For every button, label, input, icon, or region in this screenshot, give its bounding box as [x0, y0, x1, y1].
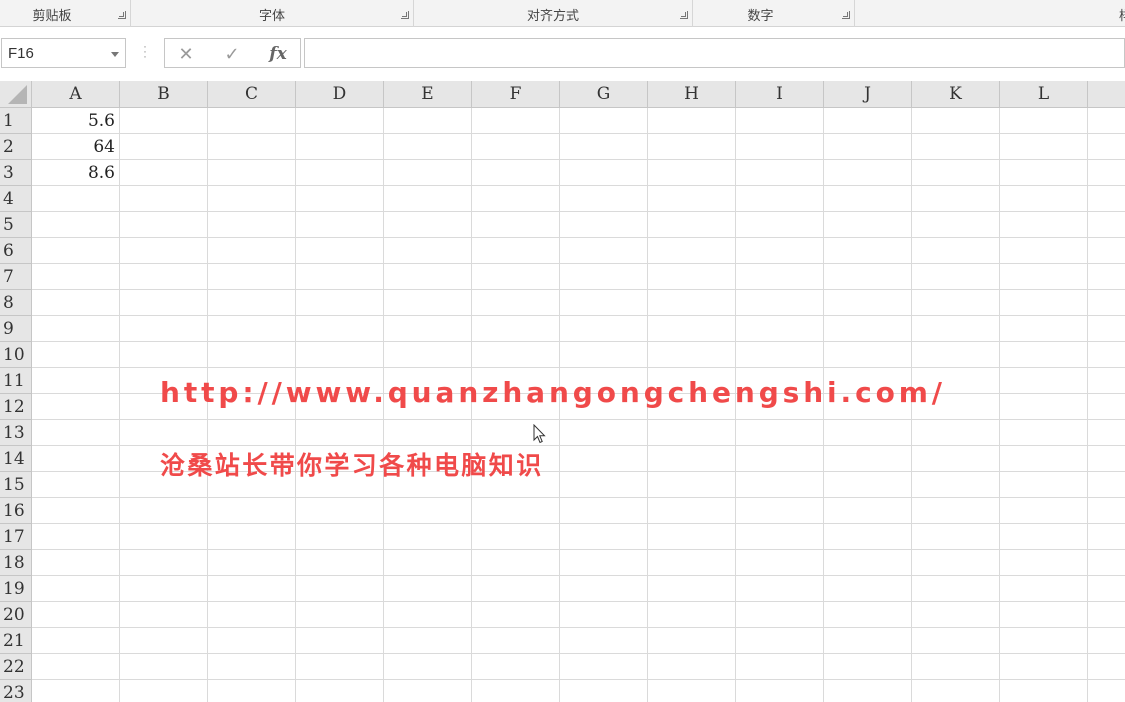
column-header-e[interactable]: E	[384, 81, 472, 108]
column-header-k[interactable]: K	[912, 81, 1000, 108]
row-header-10[interactable]: 10	[0, 342, 32, 368]
row-header-20[interactable]: 20	[0, 602, 32, 628]
row-header-18[interactable]: 18	[0, 550, 32, 576]
gridline-horizontal	[32, 549, 1125, 550]
row-header-22[interactable]: 22	[0, 654, 32, 680]
select-all-button[interactable]	[0, 81, 32, 108]
ribbon-group-bar: 剪贴板 字体 对齐方式 数字 样	[0, 0, 1125, 27]
ribbon-group-label-cut: 样	[1119, 5, 1125, 24]
gridline-horizontal	[32, 653, 1125, 654]
dialog-launcher-icon[interactable]	[401, 11, 409, 19]
ribbon-group-alignment: 对齐方式	[414, 0, 693, 27]
row-header-21[interactable]: 21	[0, 628, 32, 654]
select-all-triangle-icon	[8, 85, 27, 104]
column-header-f[interactable]: F	[472, 81, 560, 108]
ribbon-group-label: 剪贴板	[32, 8, 72, 23]
gridline-horizontal	[32, 679, 1125, 680]
gridline-horizontal	[32, 211, 1125, 212]
formula-input[interactable]	[304, 38, 1125, 68]
gridline-horizontal	[32, 237, 1125, 238]
row-header-7[interactable]: 7	[0, 264, 32, 290]
row-header-14[interactable]: 14	[0, 446, 32, 472]
column-header-d[interactable]: D	[296, 81, 384, 108]
column-header-b[interactable]: B	[120, 81, 208, 108]
column-header-a[interactable]: A	[32, 81, 120, 108]
watermark-url: http://www.quanzhangongchengshi.com/	[160, 376, 946, 409]
column-header-g[interactable]: G	[560, 81, 648, 108]
name-box-value: F16	[8, 45, 34, 62]
cell-a3[interactable]: 8.6	[33, 160, 117, 186]
ribbon-group-clipboard: 剪贴板	[0, 0, 131, 27]
column-header-filler	[1088, 81, 1125, 108]
row-header-17[interactable]: 17	[0, 524, 32, 550]
gridline-horizontal	[32, 289, 1125, 290]
row-header-19[interactable]: 19	[0, 576, 32, 602]
column-header-l[interactable]: L	[1000, 81, 1088, 108]
row-header-8[interactable]: 8	[0, 290, 32, 316]
ribbon-group-font: 字体	[131, 0, 414, 27]
row-header-23[interactable]: 23	[0, 680, 32, 702]
row-header-13[interactable]: 13	[0, 420, 32, 446]
gridline-vertical	[119, 108, 120, 702]
column-header-i[interactable]: I	[736, 81, 824, 108]
gridline-horizontal	[32, 263, 1125, 264]
row-header-4[interactable]: 4	[0, 186, 32, 212]
gridline-vertical	[999, 108, 1000, 702]
column-header-c[interactable]: C	[208, 81, 296, 108]
mouse-pointer-icon	[533, 424, 546, 444]
gridline-horizontal	[32, 523, 1125, 524]
row-header-6[interactable]: 6	[0, 238, 32, 264]
insert-function-icon[interactable]: fx	[263, 42, 293, 66]
gridline-horizontal	[32, 419, 1125, 420]
column-header-j[interactable]: J	[824, 81, 912, 108]
row-header-9[interactable]: 9	[0, 316, 32, 342]
gridline-horizontal	[32, 601, 1125, 602]
formula-bar-row: F16 · · · ✕ ✓ fx	[0, 27, 1125, 81]
gridline-vertical	[1087, 108, 1088, 702]
dialog-launcher-icon[interactable]	[680, 11, 688, 19]
chevron-down-icon[interactable]	[111, 52, 119, 57]
more-handle-icon[interactable]: · · ·	[143, 40, 147, 62]
ribbon-group-label: 对齐方式	[526, 8, 579, 23]
gridline-horizontal	[32, 133, 1125, 134]
enter-check-icon[interactable]: ✓	[217, 42, 247, 66]
gridline-horizontal	[32, 575, 1125, 576]
ribbon-group-number: 数字	[693, 0, 855, 27]
ribbon-group-label: 字体	[258, 8, 285, 23]
gridline-horizontal	[32, 159, 1125, 160]
row-header-3[interactable]: 3	[0, 160, 32, 186]
row-header-11[interactable]: 11	[0, 368, 32, 394]
row-header-16[interactable]: 16	[0, 498, 32, 524]
cancel-icon[interactable]: ✕	[171, 42, 201, 66]
dialog-launcher-icon[interactable]	[118, 11, 126, 19]
cell-a1[interactable]: 5.6	[33, 108, 117, 134]
row-header-5[interactable]: 5	[0, 212, 32, 238]
gridline-horizontal	[32, 497, 1125, 498]
gridline-horizontal	[32, 185, 1125, 186]
row-header-1[interactable]: 1	[0, 108, 32, 134]
watermark-slogan: 沧桑站长带你学习各种电脑知识	[160, 451, 544, 480]
formula-buttons: ✕ ✓ fx	[164, 38, 301, 68]
name-box[interactable]: F16	[1, 38, 126, 68]
row-header-15[interactable]: 15	[0, 472, 32, 498]
cell-a2[interactable]: 64	[33, 134, 117, 160]
row-header-2[interactable]: 2	[0, 134, 32, 160]
dialog-launcher-icon[interactable]	[842, 11, 850, 19]
ribbon-group-label: 数字	[747, 8, 774, 23]
row-header-12[interactable]: 12	[0, 394, 32, 420]
gridline-horizontal	[32, 627, 1125, 628]
gridline-horizontal	[32, 367, 1125, 368]
column-header-h[interactable]: H	[648, 81, 736, 108]
gridline-horizontal	[32, 341, 1125, 342]
gridline-horizontal	[32, 315, 1125, 316]
